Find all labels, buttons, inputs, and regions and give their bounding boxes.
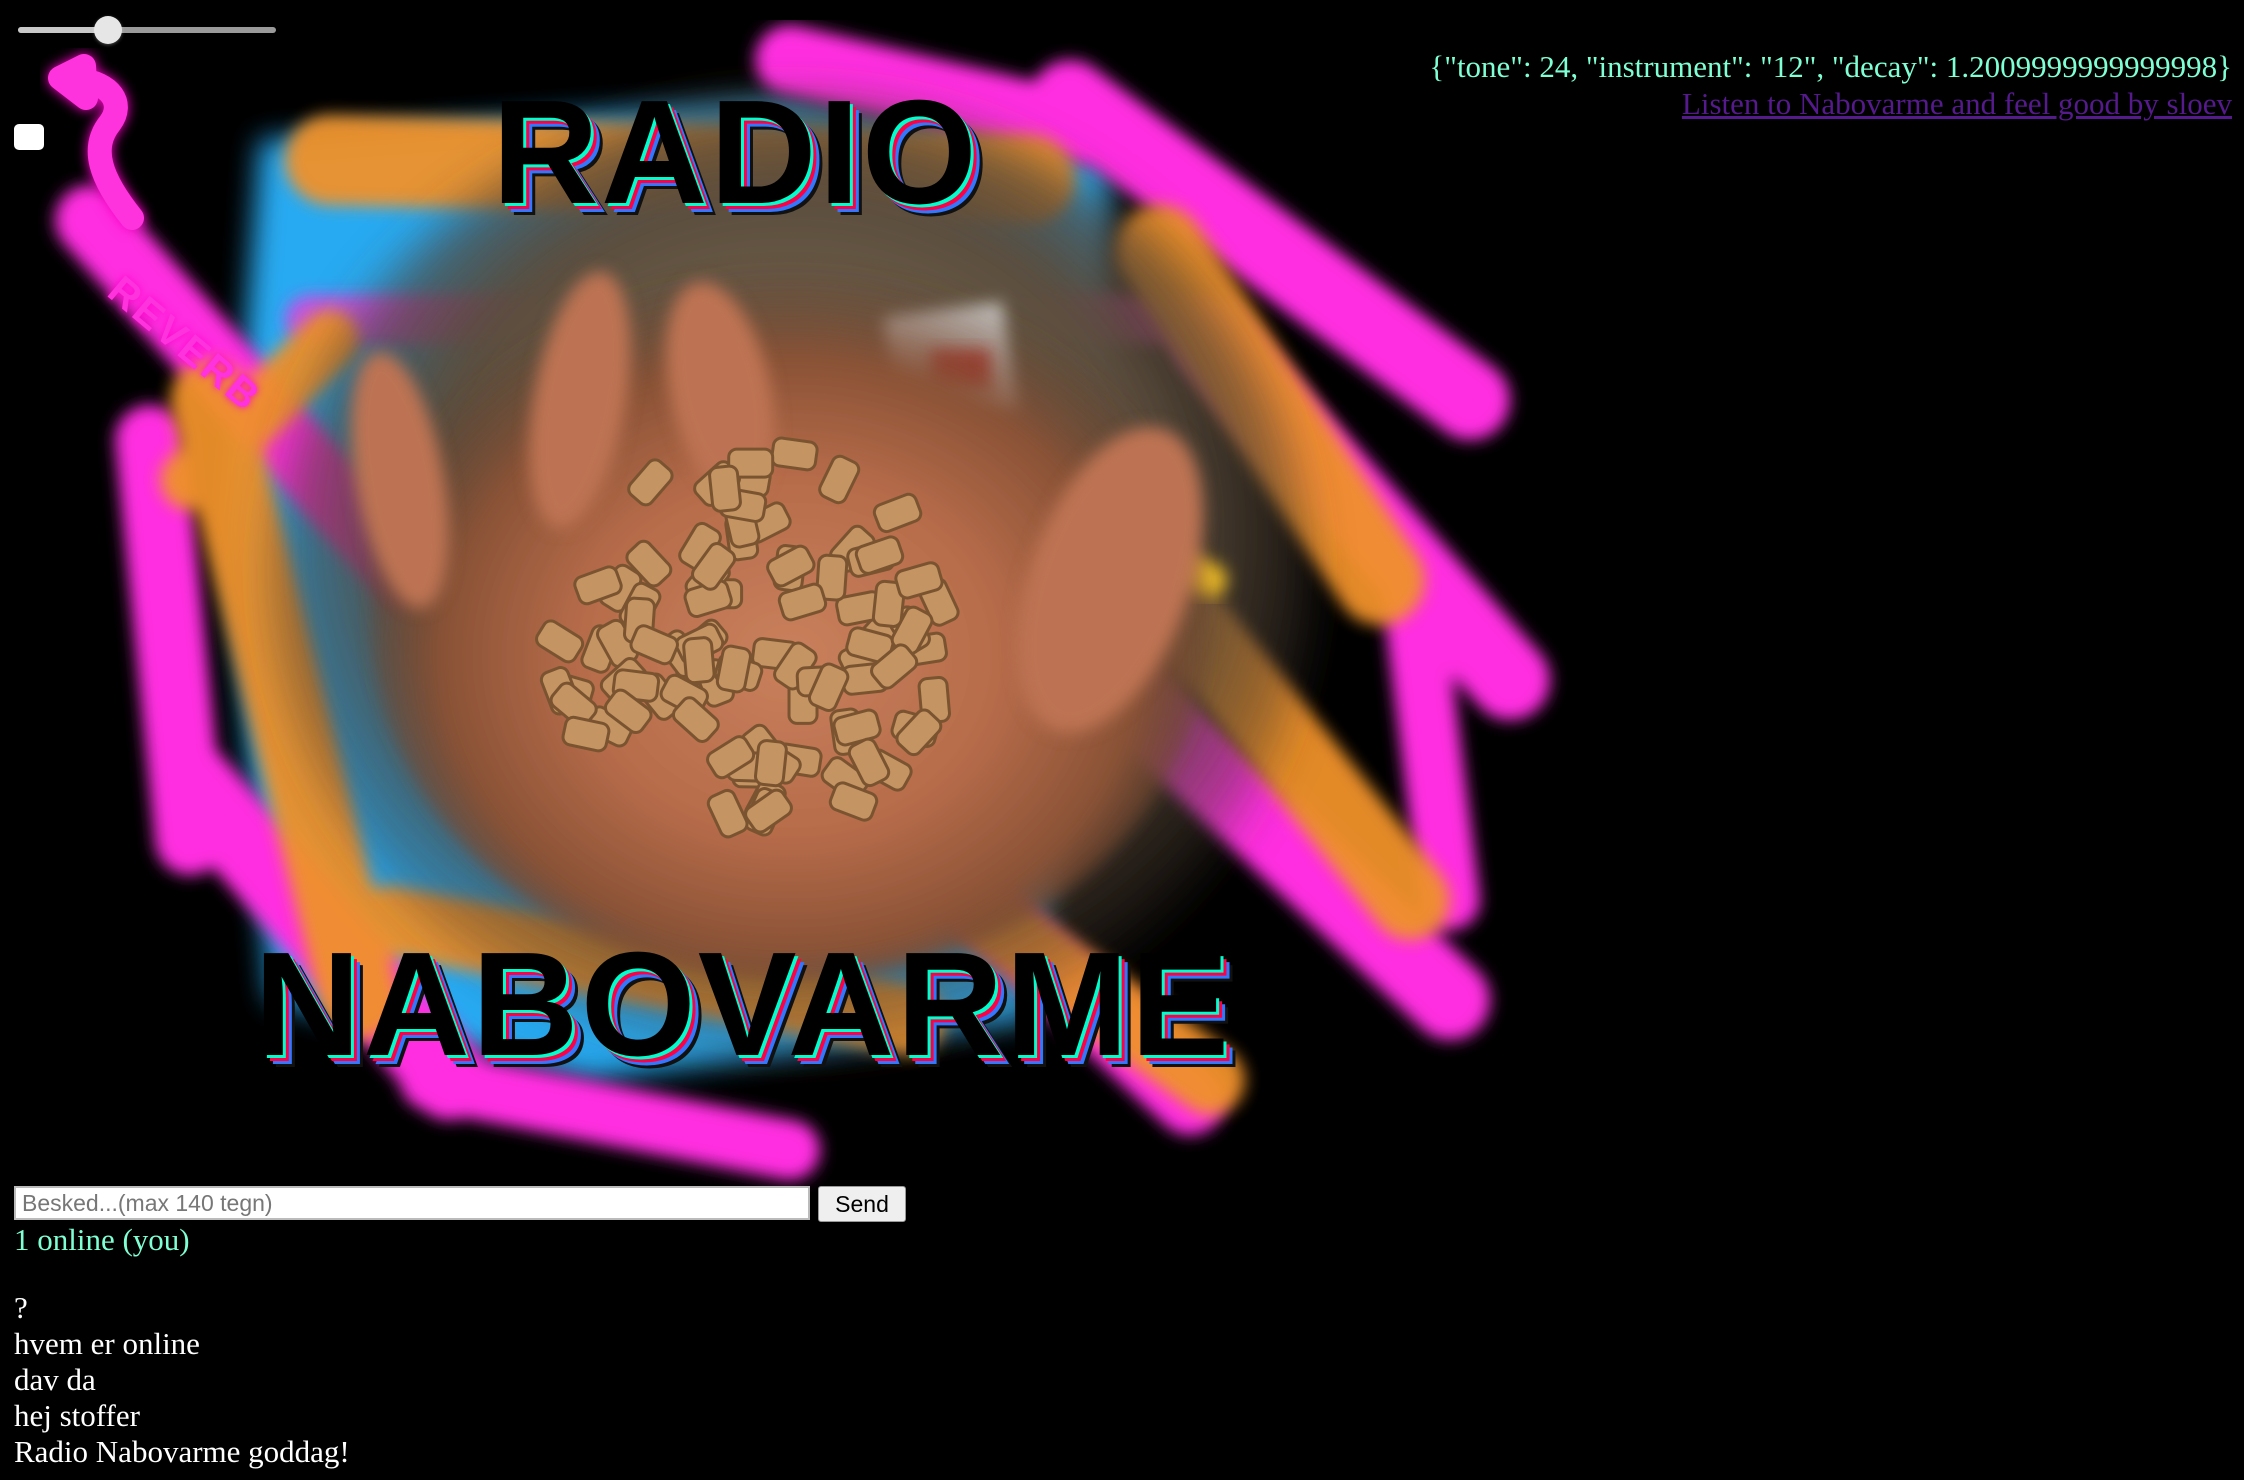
message-item: ? <box>14 1290 28 1325</box>
message-item: hej stoffer <box>14 1398 140 1433</box>
message-list: ? hvem er online dav da hej stoffer Radi… <box>14 1290 350 1470</box>
online-status: 1 online (you) <box>14 1222 190 1257</box>
message-input[interactable] <box>14 1186 810 1220</box>
chat-form: Send <box>14 1186 906 1222</box>
poster-title-nabovarme: NABOVARME <box>254 922 1232 1087</box>
poster-title-radio: RADIO <box>492 70 979 235</box>
reverb-arrow-icon <box>48 54 144 230</box>
send-button[interactable]: Send <box>818 1186 906 1222</box>
reverb-slider[interactable] <box>18 16 276 44</box>
params-readout: {"tone": 24, "instrument": "12", "decay"… <box>1429 49 2232 84</box>
slider-thumb[interactable] <box>94 16 123 44</box>
message-item: hvem er online <box>14 1326 200 1361</box>
message-item: Radio Nabovarme goddag! <box>14 1434 350 1469</box>
stream-link[interactable]: Listen to Nabovarme and feel good by slo… <box>1682 86 2232 121</box>
message-item: dav da <box>14 1362 96 1397</box>
header-info: {"tone": 24, "instrument": "12", "decay"… <box>1429 48 2232 122</box>
